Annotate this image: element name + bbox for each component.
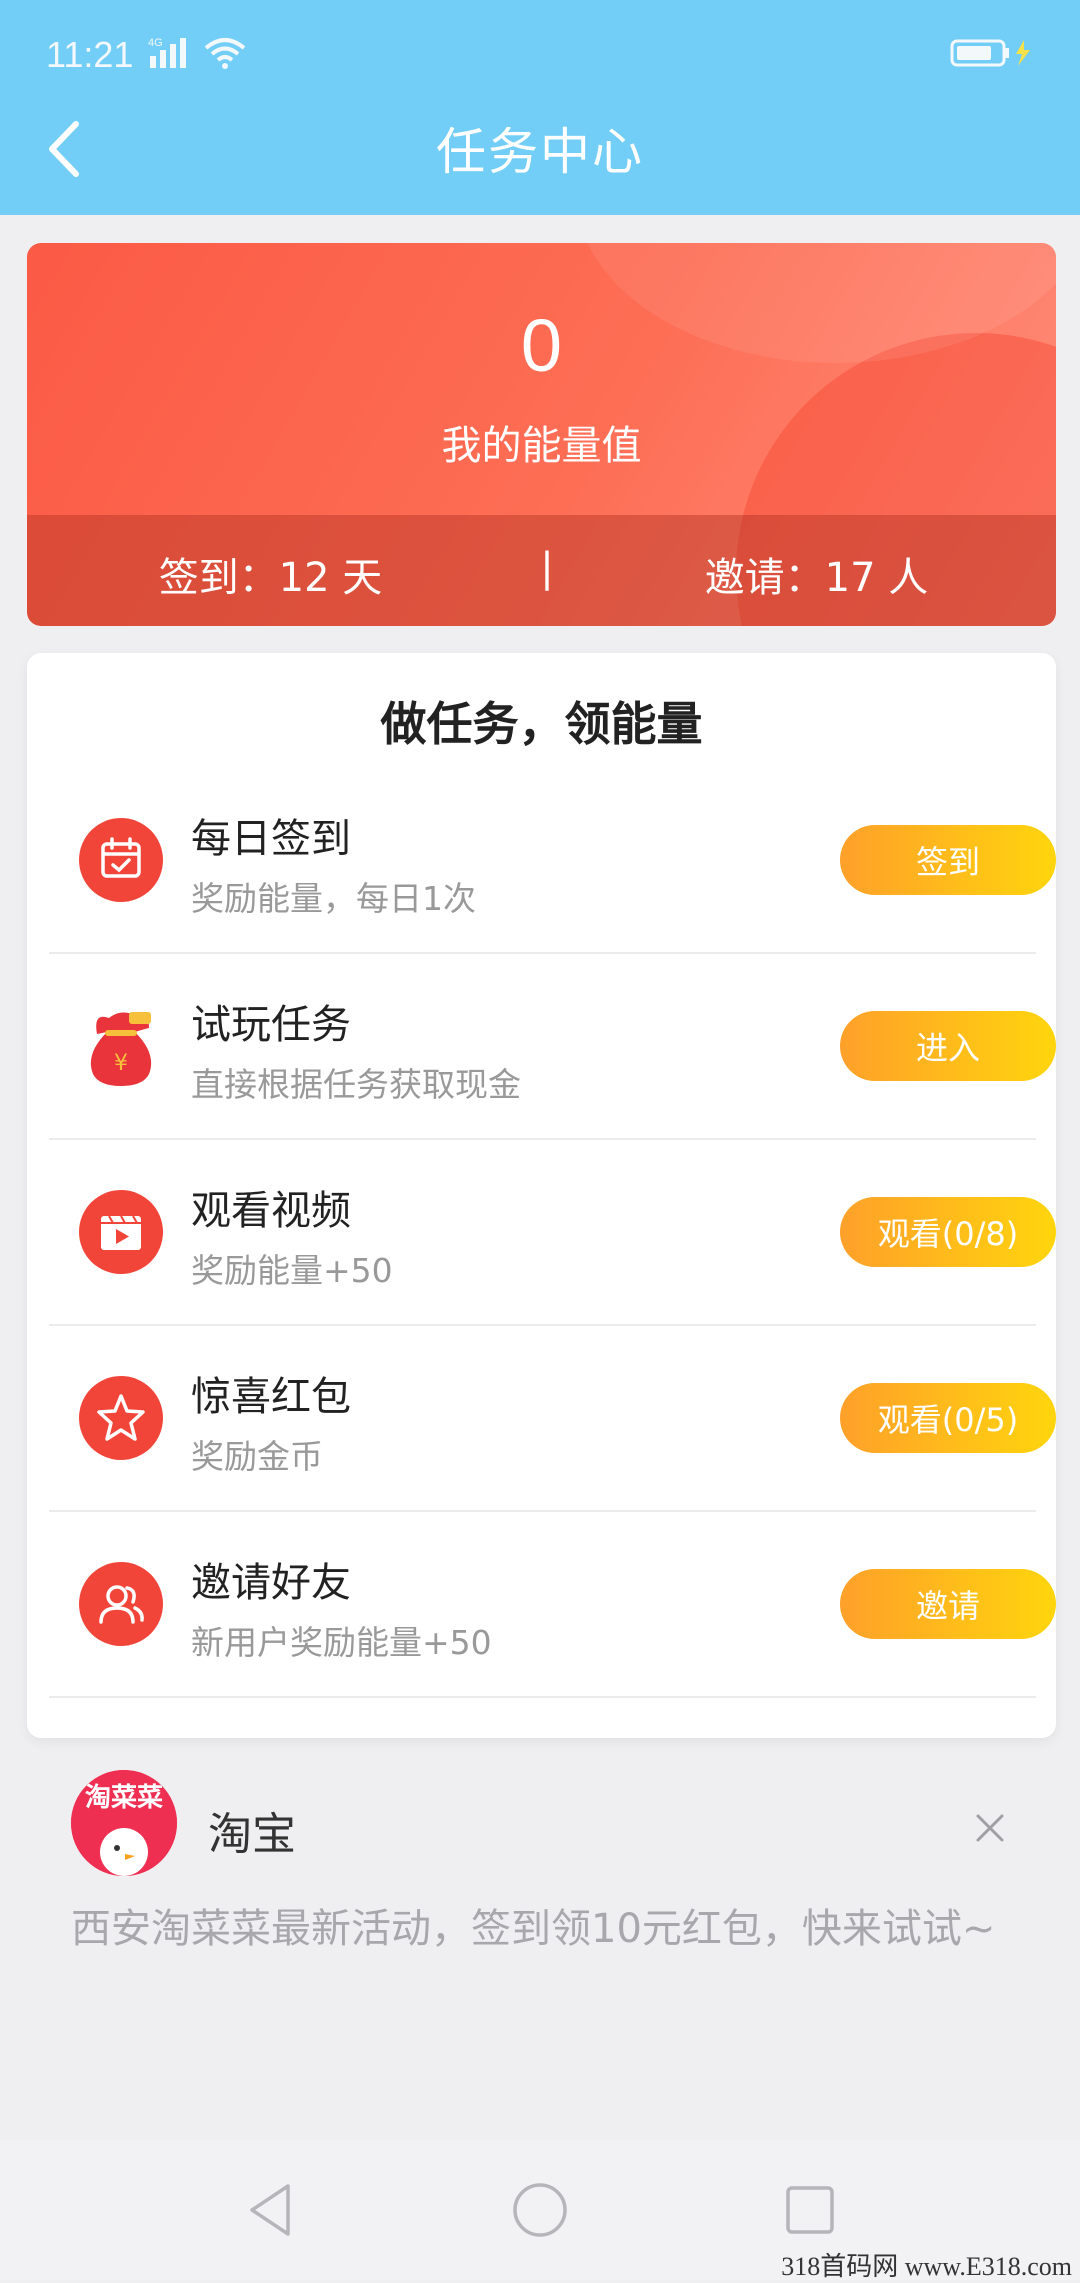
task-subtitle: 新用户奖励能量+50 bbox=[191, 1623, 492, 1662]
nav-recents-icon[interactable] bbox=[780, 2180, 840, 2240]
task-subtitle: 奖励能量，每日1次 bbox=[191, 879, 476, 918]
wifi-icon bbox=[204, 38, 246, 69]
svg-text:4G: 4G bbox=[148, 37, 163, 49]
close-icon[interactable] bbox=[970, 1808, 1010, 1848]
invite-button[interactable]: 邀请 bbox=[840, 1569, 1056, 1639]
notification-message: 西安淘菜菜最新活动，签到领10元红包，快来试试~ bbox=[71, 1906, 996, 1952]
taocaicai-logo-icon: 淘菜菜 bbox=[71, 1770, 177, 1876]
status-time: 11:21 bbox=[46, 34, 134, 75]
energy-stats-bar: 签到：12 天 | 邀请：17 人 bbox=[27, 515, 1056, 626]
task-card: 做任务，领能量 每日签到 奖励能量，每日1次 签到 ¥ 试玩任务 直接根据任务获… bbox=[27, 653, 1056, 1738]
money-bag-icon: ¥ bbox=[90, 1012, 152, 1086]
checkin-button[interactable]: 签到 bbox=[840, 825, 1056, 895]
svg-text:淘菜菜: 淘菜菜 bbox=[85, 1783, 163, 1813]
nav-home-icon[interactable] bbox=[510, 2180, 570, 2240]
checkin-days: 签到：12 天 bbox=[158, 555, 383, 601]
task-row-daily-checkin: 每日签到 奖励能量，每日1次 签到 bbox=[49, 768, 1056, 954]
star-icon bbox=[79, 1376, 163, 1460]
enter-button[interactable]: 进入 bbox=[840, 1011, 1056, 1081]
task-row-invite-friends: 邀请好友 新用户奖励能量+50 邀请 bbox=[49, 1512, 1056, 1698]
task-title: 观看视频 bbox=[191, 1188, 351, 1234]
task-title: 邀请好友 bbox=[191, 1560, 351, 1606]
invite-count: 邀请：17 人 bbox=[704, 555, 929, 601]
battery-charging-icon bbox=[950, 39, 1030, 67]
task-title: 试玩任务 bbox=[191, 1002, 351, 1048]
svg-text:¥: ¥ bbox=[114, 1051, 128, 1076]
watch-video-button[interactable]: 观看(0/8) bbox=[840, 1197, 1056, 1267]
header: 11:21 4G 任务中心 bbox=[0, 0, 1080, 215]
task-title: 每日签到 bbox=[191, 816, 351, 862]
energy-label: 我的能量值 bbox=[441, 423, 642, 469]
task-subtitle: 奖励能量+50 bbox=[191, 1251, 393, 1290]
energy-card: 0 我的能量值 签到：12 天 | 邀请：17 人 bbox=[27, 243, 1056, 626]
task-subtitle: 直接根据任务获取现金 bbox=[191, 1065, 521, 1104]
stats-separator: | bbox=[540, 545, 554, 591]
calendar-icon bbox=[79, 818, 163, 902]
task-card-title: 做任务，领能量 bbox=[380, 697, 703, 751]
page-title: 任务中心 bbox=[436, 123, 644, 181]
users-icon bbox=[79, 1562, 163, 1646]
watch-redpacket-button[interactable]: 观看(0/5) bbox=[840, 1383, 1056, 1453]
app-avatar: 淘菜菜 bbox=[71, 1770, 177, 1876]
watermark: 318首码网 www.E318.com bbox=[781, 2252, 1072, 2281]
energy-value: 0 bbox=[520, 304, 563, 387]
notification-app-name: 淘宝 bbox=[208, 1809, 296, 1860]
video-icon bbox=[79, 1190, 163, 1274]
task-row-trial: ¥ 试玩任务 直接根据任务获取现金 进入 bbox=[49, 954, 1056, 1140]
notification-card[interactable]: 淘菜菜 淘宝 西安淘菜菜最新活动，签到领10元红包，快来试试~ bbox=[0, 1770, 1080, 2050]
task-row-watch-video: 观看视频 奖励能量+50 观看(0/8) bbox=[49, 1140, 1056, 1326]
task-subtitle: 奖励金币 bbox=[191, 1437, 323, 1476]
nav-back-icon[interactable] bbox=[240, 2180, 300, 2240]
task-title: 惊喜红包 bbox=[191, 1374, 351, 1420]
cellular-signal-icon: 4G bbox=[148, 37, 186, 68]
task-row-surprise-redpacket: 惊喜红包 奖励金币 观看(0/5) bbox=[49, 1326, 1056, 1512]
